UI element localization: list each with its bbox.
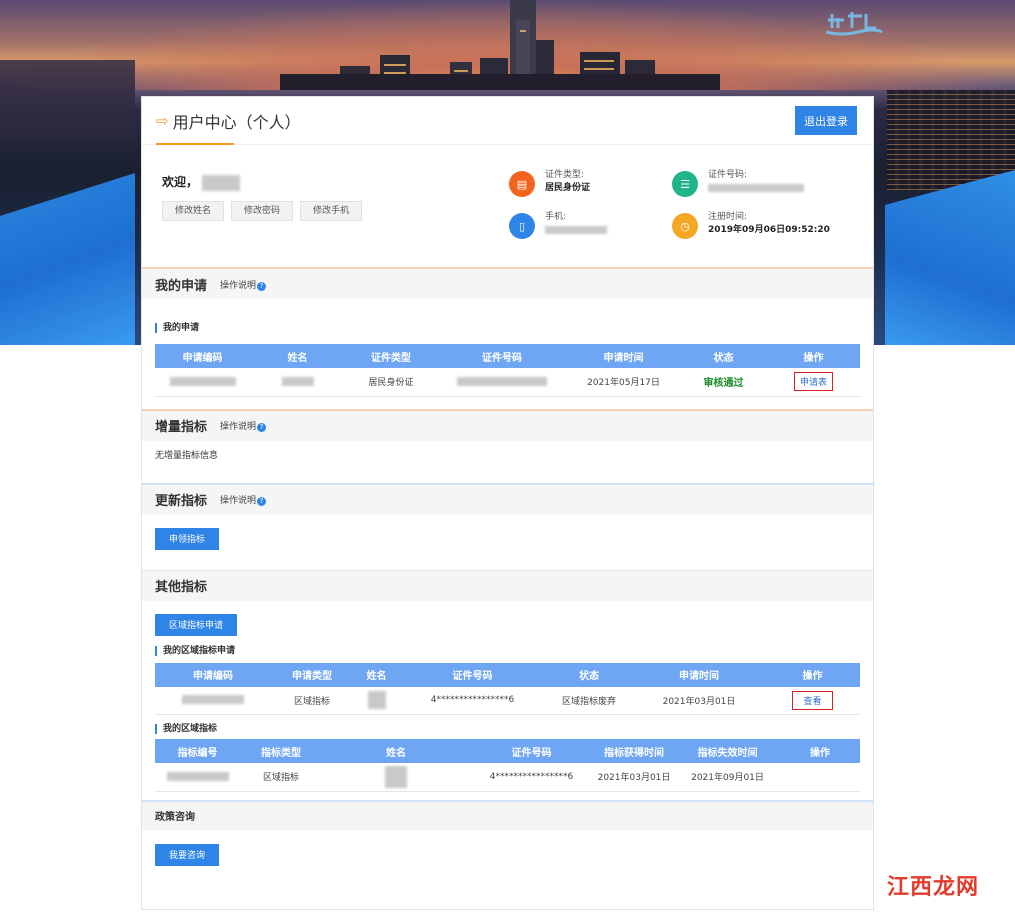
- id-type-info: ▤ 证件类型: 居民身份证: [509, 169, 590, 197]
- help-link[interactable]: 操作说明?: [220, 493, 267, 506]
- code-redacted: [166, 771, 229, 781]
- profile-panel: 欢迎， 修改姓名 修改密码 修改手机 ▤ 证件类型: 居民身份证 ☰ 证件号码:…: [142, 145, 873, 269]
- question-icon: ?: [257, 423, 267, 432]
- edit-name-button[interactable]: 修改姓名: [162, 201, 225, 221]
- reg-time-info: ◷ 注册时间: 2019年09月06日09:52:20: [672, 211, 830, 239]
- name-redacted: [385, 765, 407, 788]
- consult-button[interactable]: 我要咨询: [155, 843, 220, 866]
- right-city-image: [887, 90, 1015, 190]
- id-number-redacted: [708, 183, 804, 192]
- table-row: 区域指标 4****************6 2021年03月01日 2021…: [155, 763, 860, 792]
- user-card-icon: ☰: [672, 171, 698, 197]
- right-blue-shape: [885, 170, 1015, 345]
- name-redacted: [367, 691, 386, 710]
- phone-info: ▯ 手机:: [509, 211, 607, 239]
- apply-quota-button[interactable]: 申领指标: [155, 527, 220, 550]
- username-redacted: [202, 174, 241, 191]
- id-card-icon: ▤: [509, 171, 535, 197]
- increment-section-header: 增量指标 操作说明?: [142, 410, 873, 441]
- edit-phone-button[interactable]: 修改手机: [300, 201, 363, 221]
- status-badge: 审核通过: [703, 378, 744, 390]
- help-link[interactable]: 操作说明?: [220, 278, 267, 291]
- watermark-logo: 江西龙网: [886, 875, 979, 900]
- table-row: 区域指标 4****************6 区域指标废弃 2021年03月0…: [155, 686, 860, 715]
- city-skyline-image: [280, 0, 720, 90]
- page-title: 用户中心（个人）: [172, 113, 301, 132]
- application-form-link[interactable]: 申请表: [793, 372, 833, 392]
- id-number-info: ☰ 证件号码:: [672, 169, 804, 197]
- increment-empty-text: 无增量指标信息: [155, 450, 219, 461]
- regional-app-subtitle: 我的区域指标申请: [155, 645, 236, 656]
- view-link[interactable]: 查看: [792, 690, 833, 710]
- user-center-card: ⇨ 用户中心（个人） 退出登录 欢迎， 修改姓名 修改密码 修改手机 ▤ 证件类…: [141, 96, 874, 910]
- card-header: ⇨ 用户中心（个人） 退出登录: [142, 97, 873, 145]
- code-redacted: [169, 376, 236, 386]
- logout-button[interactable]: 退出登录: [795, 106, 857, 135]
- other-section-header: 其他指标: [142, 570, 873, 601]
- welcome-text: 欢迎，: [162, 173, 241, 191]
- my-application-subtitle: 我的申请: [155, 323, 200, 333]
- regional-quota-table: 指标编号 指标类型 姓名 证件号码 指标获得时间 指标失效时间 操作 区域指标 …: [155, 739, 860, 792]
- code-redacted: [182, 695, 244, 705]
- name-redacted: [281, 376, 314, 386]
- site-logo: [825, 12, 883, 36]
- left-blue-shape: [0, 173, 135, 345]
- table-row: 居民身份证 2021年05月17日 审核通过 申请表: [155, 368, 860, 397]
- help-link[interactable]: 操作说明?: [220, 419, 267, 432]
- policy-section-header: 政策咨询: [142, 801, 873, 830]
- question-icon: ?: [257, 281, 267, 291]
- idno-redacted: [457, 376, 547, 386]
- arrow-right-icon: ⇨: [156, 112, 169, 130]
- left-city-image: [0, 60, 135, 140]
- phone-icon: ▯: [509, 213, 535, 239]
- clock-icon: ◷: [672, 213, 698, 239]
- regional-quota-apply-button[interactable]: 区域指标申请: [155, 613, 238, 636]
- regional-application-table: 申请编码 申请类型 姓名 证件号码 状态 申请时间 操作 区域指标 4*****…: [155, 662, 860, 715]
- edit-password-button[interactable]: 修改密码: [231, 201, 294, 221]
- my-application-section-header: 我的申请 操作说明?: [142, 269, 873, 299]
- regional-quota-subtitle: 我的区域指标: [155, 724, 218, 734]
- renewal-section-header: 更新指标 操作说明?: [142, 484, 873, 515]
- phone-redacted: [545, 225, 607, 234]
- question-icon: ?: [257, 497, 267, 506]
- my-application-table: 申请编码 姓名 证件类型 证件号码 申请时间 状态 操作 居民身份证 2021年…: [155, 344, 860, 397]
